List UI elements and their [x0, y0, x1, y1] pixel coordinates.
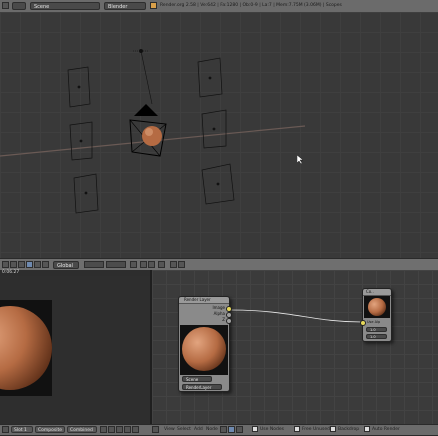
image-pin-icon[interactable]	[116, 426, 123, 433]
image-editor-panel[interactable]	[0, 276, 150, 424]
auto-render-label: Auto Render	[372, 427, 400, 432]
node-editor-panel[interactable]: Render Layer Image Alpha Z Scene RenderL…	[152, 270, 438, 424]
output-z-label: Z	[222, 317, 225, 322]
rendered-sphere	[0, 306, 52, 390]
viewport-scene	[0, 49, 306, 214]
snap-icon[interactable]	[140, 261, 147, 268]
backdrop-checkbox[interactable]	[330, 426, 336, 432]
render-layer-node[interactable]: Render Layer Image Alpha Z Scene RenderL…	[178, 296, 232, 392]
transform-orientation-selector[interactable]: Global	[53, 261, 79, 269]
render-preview-image	[0, 306, 52, 390]
shading-icon[interactable]	[18, 261, 25, 268]
combined-label: Combined	[70, 428, 93, 433]
texture-nodes-icon[interactable]	[236, 426, 243, 433]
use-nodes-label: Use Nodes	[260, 427, 284, 432]
render-layer-field[interactable]: RenderLayer	[182, 384, 222, 390]
node-editor-type-icon[interactable]	[152, 426, 159, 433]
add-menu[interactable]: Add	[194, 427, 203, 432]
scene-selector[interactable]: Scene	[30, 2, 100, 10]
editor-type-icon[interactable]	[2, 2, 9, 9]
scene-value: Scene	[34, 4, 50, 10]
scene-field-label: Scene	[186, 377, 199, 382]
compositing-nodes-icon[interactable]	[228, 426, 235, 433]
pass-selector[interactable]: Combined	[67, 426, 97, 433]
render-layer-preview	[180, 325, 228, 375]
slot-label: Slot 1	[14, 428, 27, 433]
scene-field[interactable]: Scene	[182, 376, 212, 382]
backdrop-label: Backdrop	[338, 427, 360, 432]
snap-target-icon[interactable]	[148, 261, 155, 268]
auto-render-checkbox[interactable]	[364, 426, 370, 432]
node-menu[interactable]: Node	[206, 427, 218, 432]
z-input-value: 1.0	[370, 335, 376, 339]
composite-preview	[364, 296, 390, 318]
sphere-object[interactable]	[142, 126, 162, 146]
alpha-input-value: 1.0	[370, 328, 376, 332]
object-mode-icon[interactable]	[10, 261, 17, 268]
shader-nodes-icon[interactable]	[220, 426, 227, 433]
display-channels-icon[interactable]	[100, 426, 107, 433]
alpha-input-field[interactable]: 1.0	[366, 327, 387, 332]
composite-node[interactable]: Co.. Use Alp 1.0 1.0	[360, 288, 392, 342]
blender-logo-icon	[150, 2, 157, 9]
layers-group-1[interactable]	[84, 261, 104, 268]
timeline-frame-label: 0:06.27	[2, 270, 20, 275]
3d-viewport[interactable]	[0, 12, 438, 258]
render-layer-node-title[interactable]: Render Layer	[179, 297, 229, 304]
z-output-socket[interactable]	[226, 318, 232, 324]
camera-view-icon[interactable]	[178, 261, 185, 268]
free-unused-label: Free Unused	[302, 427, 330, 432]
sphere-highlight	[145, 128, 153, 136]
composite-selector[interactable]: Composite	[35, 426, 65, 433]
render-engine-selector[interactable]: Blender Render	[104, 2, 146, 18]
render-layer-outputs: Image Alpha Z	[212, 305, 225, 323]
layers-group-2[interactable]	[106, 261, 126, 268]
use-alpha-label: Use Alp	[367, 320, 381, 324]
mouse-cursor-icon	[297, 155, 304, 165]
view-menu-icon[interactable]	[2, 261, 9, 268]
proportional-edit-icon[interactable]	[158, 261, 165, 268]
composite-label: Composite	[38, 428, 63, 433]
z-input-field[interactable]: 1.0	[366, 334, 387, 339]
render-layer-field-label: RenderLayer	[186, 385, 212, 390]
image-lock-icon[interactable]	[108, 426, 115, 433]
manipulator-icon[interactable]	[34, 261, 41, 268]
transform-orientation-label: Global	[57, 263, 73, 269]
image-refresh-icon[interactable]	[132, 426, 139, 433]
image-channels-icon[interactable]	[124, 426, 131, 433]
use-nodes-checkbox[interactable]	[252, 426, 258, 432]
slot-selector[interactable]: Slot 1	[11, 426, 33, 433]
composite-image-input-socket[interactable]	[360, 320, 366, 326]
translate-icon[interactable]	[42, 261, 49, 268]
render-stats: Render.org 2.58 | Ve:642 | Fa:1280 | Ob:…	[160, 3, 342, 8]
screen-layout-selector[interactable]	[12, 2, 26, 10]
render-preview-icon[interactable]	[170, 261, 177, 268]
lock-layers-icon[interactable]	[130, 261, 137, 268]
pivot-icon[interactable]	[26, 261, 33, 268]
select-menu[interactable]: Select	[177, 427, 191, 432]
lamp-top[interactable]	[133, 49, 153, 105]
bottom-header: Slot 1 Composite Combined View Select Ad…	[0, 424, 438, 436]
image-link	[229, 309, 363, 323]
image-editor-type-icon[interactable]	[2, 426, 9, 433]
composite-node-title[interactable]: Co..	[363, 289, 391, 296]
free-unused-checkbox[interactable]	[294, 426, 300, 432]
view-menu[interactable]: View	[164, 427, 175, 432]
